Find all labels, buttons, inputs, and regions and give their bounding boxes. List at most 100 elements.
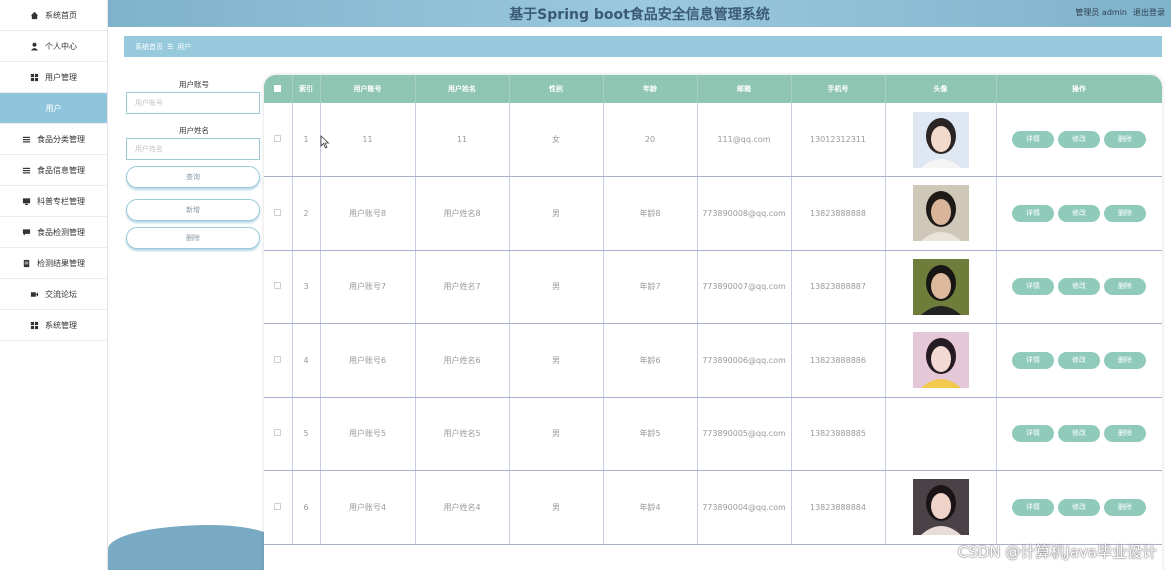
- sidebar-item-food-info[interactable]: 食品信息管理: [0, 155, 107, 186]
- cell-gender: 男: [509, 323, 604, 398]
- column-header: 用户姓名: [415, 75, 510, 103]
- cell-age: 年龄6: [603, 323, 698, 398]
- sidebar-item-user-management[interactable]: 用户管理: [0, 62, 107, 93]
- cell-index: 1: [292, 103, 321, 177]
- detail-button[interactable]: 详情: [1012, 278, 1054, 296]
- column-header: 手机号: [791, 75, 886, 103]
- delete-button[interactable]: 删除: [1104, 278, 1146, 296]
- header-user-area: 管理员 admin 退出登录: [1075, 7, 1165, 18]
- detail-button[interactable]: 详情: [1012, 131, 1054, 148]
- delete-button[interactable]: 删除: [1104, 425, 1146, 443]
- cell-name: 11: [415, 103, 510, 177]
- sidebar-item-label: 科普专栏管理: [37, 196, 85, 206]
- edit-button[interactable]: 修改: [1058, 131, 1100, 148]
- table-row: 6 用户账号4 用户姓名4 男年龄4 773890004@qq.com 138238888…: [264, 470, 1162, 545]
- sidebar-item-system[interactable]: 系统管理: [0, 310, 107, 341]
- avatar: [912, 185, 969, 242]
- row-checkbox[interactable]: [264, 470, 293, 545]
- column-header: 用户账号: [320, 75, 416, 103]
- column-header: 索引: [292, 75, 321, 103]
- sidebar-item-label: 系统管理: [45, 320, 77, 330]
- cell-name: 用户姓名8: [415, 176, 510, 251]
- sidebar-item-label: 个人中心: [45, 41, 77, 51]
- row-checkbox[interactable]: [264, 103, 293, 177]
- sidebar-item-food-inspection[interactable]: 食品检测管理: [0, 217, 107, 248]
- column-header: 年龄: [603, 75, 698, 103]
- cell-phone: 13823888886: [791, 323, 886, 398]
- cell-index: 2: [292, 176, 321, 251]
- sidebar-item-food-category[interactable]: 食品分类管理: [0, 124, 107, 155]
- delete-button[interactable]: 删除: [1104, 498, 1146, 516]
- sidebar-item-profile[interactable]: 个人中心: [0, 31, 107, 62]
- delete-button[interactable]: 删除: [1104, 204, 1146, 222]
- sidebar-item-label: 用户: [45, 103, 62, 113]
- detail-button[interactable]: 详情: [1012, 425, 1054, 443]
- delete-button[interactable]: 删除: [1104, 131, 1146, 148]
- cell-index: 6: [292, 470, 321, 545]
- breadcrumb-home[interactable]: 系统首页: [135, 42, 163, 52]
- row-checkbox[interactable]: [264, 323, 293, 398]
- sidebar: 系统首页 个人中心 用户管理 用户 食品分类管理 食品信息管理 科普专栏管理 食…: [0, 0, 108, 570]
- app-window: 系统首页 个人中心 用户管理 用户 食品分类管理 食品信息管理 科普专栏管理 食…: [0, 0, 1171, 570]
- cell-actions: 详情 修改 删除: [996, 470, 1162, 545]
- search-panel: 用户账号 用户姓名 查询 新增 删除: [126, 78, 262, 249]
- table-row: 2 用户账号8 用户姓名8 男年龄8 773890008@qq.com 138238888…: [264, 176, 1162, 251]
- cell-account: 用户账号8: [320, 176, 416, 251]
- batch-delete-button[interactable]: 删除: [126, 227, 260, 249]
- cell-actions: 详情 修改 删除: [996, 250, 1162, 324]
- delete-button[interactable]: 删除: [1104, 351, 1146, 369]
- detail-button[interactable]: 详情: [1012, 351, 1054, 369]
- row-checkbox[interactable]: [264, 397, 293, 471]
- cell-account: 用户账号7: [320, 250, 416, 324]
- cell-name: 用户姓名5: [415, 397, 510, 471]
- cell-age: 年龄8: [603, 176, 698, 251]
- row-checkbox[interactable]: [264, 250, 293, 324]
- account-label: 用户账号: [179, 80, 209, 89]
- sidebar-item-label: 交流论坛: [45, 289, 77, 299]
- detail-button[interactable]: 详情: [1012, 498, 1054, 516]
- list-icon: [22, 135, 31, 144]
- edit-button[interactable]: 修改: [1058, 498, 1100, 516]
- add-button[interactable]: 新增: [126, 199, 260, 221]
- table-header-row: 索引 用户账号 用户姓名 性别 年龄 邮箱 手机号 头像 操作: [264, 75, 1162, 103]
- breadcrumb-current: 用户: [177, 42, 192, 51]
- cell-avatar: [885, 397, 997, 471]
- query-button[interactable]: 查询: [126, 166, 260, 188]
- cell-gender: 男: [509, 176, 604, 251]
- row-checkbox[interactable]: [264, 176, 293, 251]
- name-search-input[interactable]: [126, 138, 260, 160]
- document-icon: [22, 259, 31, 268]
- sidebar-item-inspection-results[interactable]: 检测结果管理: [0, 248, 107, 279]
- top-header: 基于Spring boot食品安全信息管理系统 管理员 admin 退出登录: [108, 0, 1171, 27]
- sidebar-item-science-column[interactable]: 科普专栏管理: [0, 186, 107, 217]
- home-icon: [30, 11, 39, 20]
- account-search-input[interactable]: [126, 92, 260, 114]
- edit-button[interactable]: 修改: [1058, 425, 1100, 443]
- edit-button[interactable]: 修改: [1058, 204, 1100, 222]
- sidebar-item-users[interactable]: 用户: [0, 93, 107, 124]
- cell-actions: 详情 修改 删除: [996, 103, 1162, 177]
- table-row: 3 用户账号7 用户姓名7 男年龄7 773890007@qq.com 138238888…: [264, 250, 1162, 324]
- breadcrumb-separator-icon: ☰: [167, 42, 174, 51]
- logout-link[interactable]: 退出登录: [1133, 7, 1165, 18]
- cell-email: 773890004@qq.com: [697, 470, 792, 545]
- edit-button[interactable]: 修改: [1058, 351, 1100, 369]
- cell-avatar: [885, 176, 997, 251]
- column-header: 操作: [996, 75, 1162, 103]
- user-icon: [30, 42, 39, 51]
- cell-actions: 详情 修改 删除: [996, 323, 1162, 398]
- sidebar-item-home[interactable]: 系统首页: [0, 0, 107, 31]
- cell-actions: 详情 修改 删除: [996, 176, 1162, 251]
- sidebar-item-label: 系统首页: [45, 10, 77, 20]
- cell-avatar: [885, 323, 997, 398]
- cell-phone: 13823888887: [791, 250, 886, 324]
- edit-button[interactable]: 修改: [1058, 278, 1100, 296]
- watermark-text: CSDN @计算机Java毕业设计: [957, 543, 1157, 561]
- sidebar-item-forum[interactable]: 交流论坛: [0, 279, 107, 310]
- sidebar-item-label: 用户管理: [45, 72, 77, 82]
- cell-phone: 13823888885: [791, 397, 886, 471]
- table-row: 1 11 11 女 20 111@qq.com 13012312311 详情 修改 删除: [264, 103, 1162, 177]
- cell-age: 年龄7: [603, 250, 698, 324]
- detail-button[interactable]: 详情: [1012, 204, 1054, 222]
- select-all-checkbox[interactable]: [264, 75, 293, 103]
